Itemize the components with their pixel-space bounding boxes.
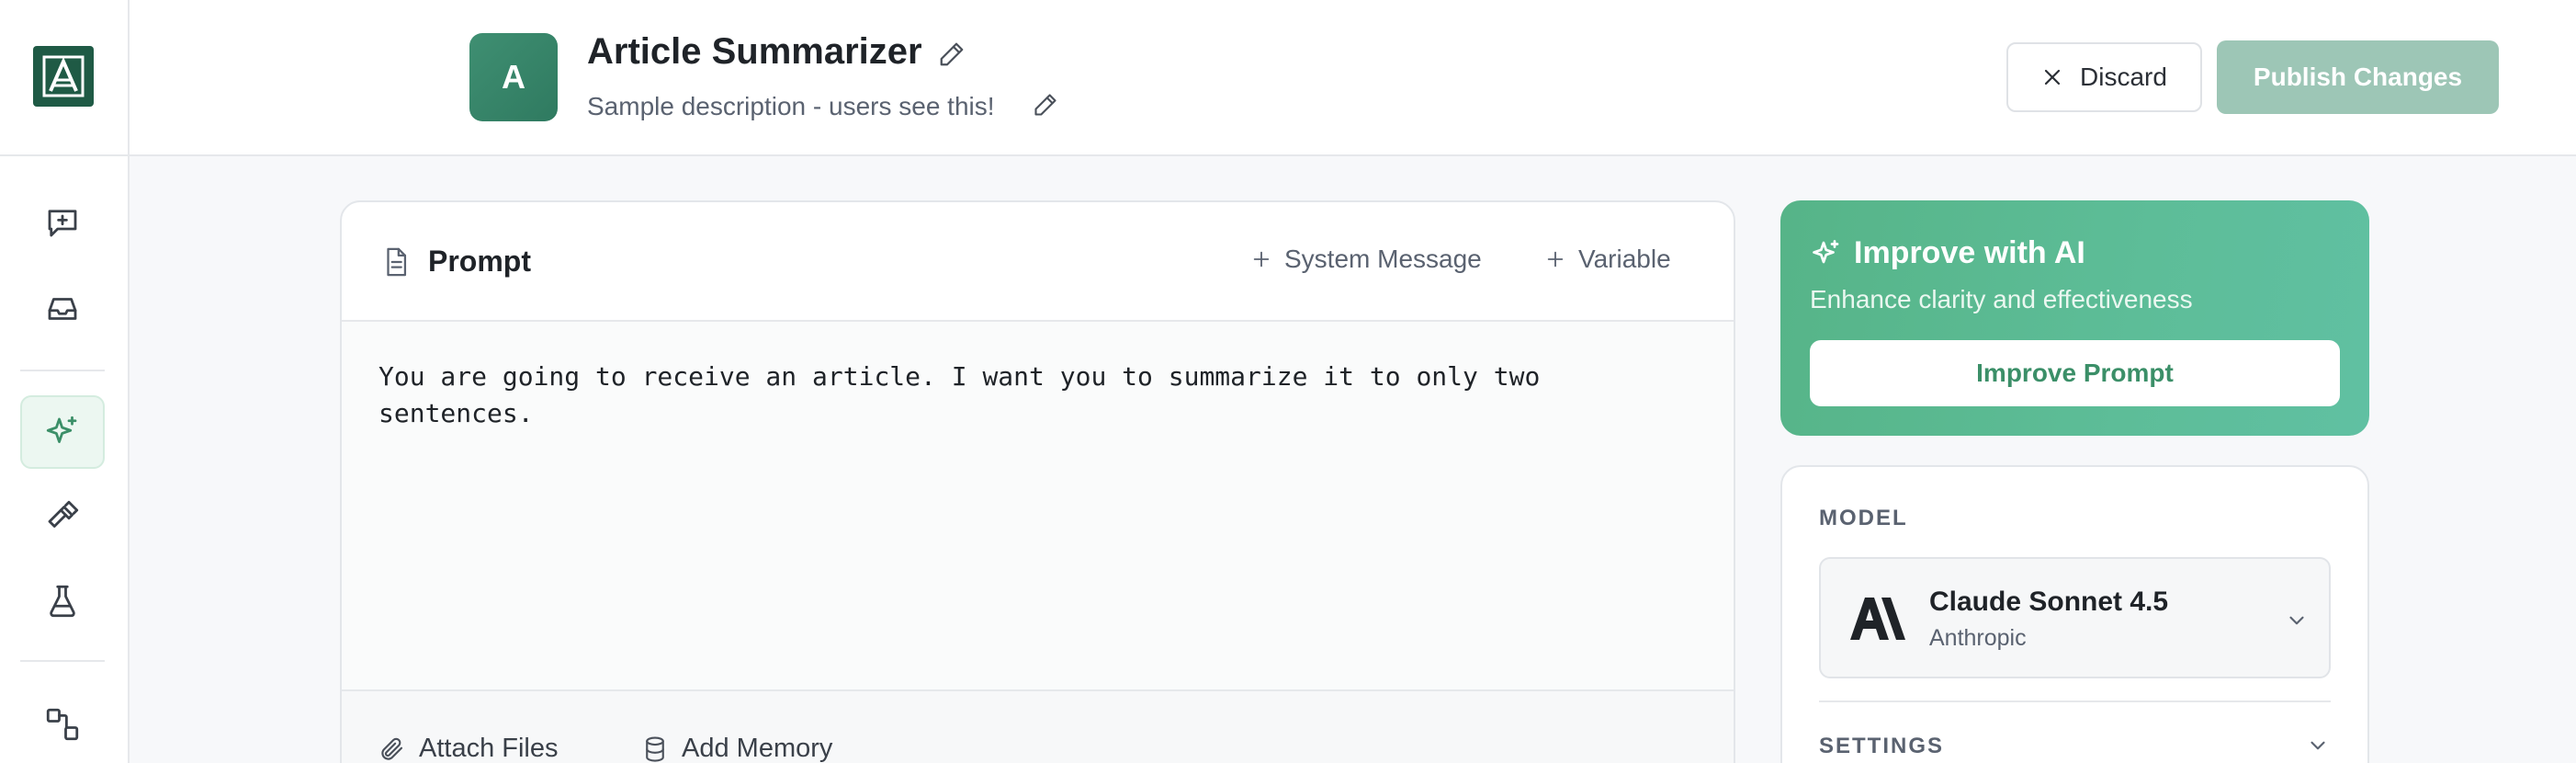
page-header: A Article Summarizer Sample description … (130, 0, 2576, 156)
left-sidebar (0, 0, 130, 763)
improve-title: Improve with AI (1854, 235, 2085, 270)
system-message-label: System Message (1284, 245, 1482, 273)
prompt-card: Prompt System Message Variable You are g… (340, 200, 1735, 763)
discard-button[interactable]: Discard (2006, 42, 2202, 112)
inbox-icon (48, 298, 77, 320)
sidebar-item-workflows[interactable] (20, 688, 105, 761)
rail-separator (20, 660, 105, 662)
prompt-text[interactable]: You are going to receive an article. I w… (378, 359, 1665, 432)
add-variable-button[interactable]: Variable (1545, 245, 1671, 274)
sparkles-icon (46, 416, 77, 443)
app-logo[interactable] (33, 46, 94, 107)
model-name: Claude Sonnet 4.5 (1929, 586, 2169, 617)
agent-avatar[interactable]: A (469, 33, 558, 121)
model-settings-card: MODEL Claude Sonnet 4.5 Anthropic SETTIN… (1780, 465, 2369, 763)
model-provider: Anthropic (1929, 625, 2027, 651)
settings-section-label[interactable]: SETTINGS (1819, 734, 1944, 759)
sidebar-item-inbox[interactable] (20, 272, 105, 346)
close-icon (2044, 69, 2061, 85)
discard-label: Discard (2080, 63, 2167, 91)
model-section-label: MODEL (1819, 506, 1908, 530)
page-description: Sample description - users see this! (587, 92, 995, 120)
section-divider (1819, 700, 2331, 702)
add-memory-button[interactable]: Add Memory (641, 734, 832, 763)
prompt-editor[interactable]: You are going to receive an article. I w… (342, 322, 1734, 689)
chevron-down-icon[interactable] (2306, 734, 2330, 757)
model-selector[interactable]: Claude Sonnet 4.5 Anthropic (1819, 557, 2331, 678)
rail-separator (20, 370, 105, 371)
workflow-icon (46, 708, 79, 741)
sidebar-item-evals[interactable] (20, 564, 105, 638)
attach-files-button[interactable]: Attach Files (378, 734, 559, 763)
chevron-down-icon (2289, 616, 2304, 625)
sparkles-icon (1813, 240, 1839, 264)
attach-files-label: Attach Files (419, 734, 559, 763)
rail-divider (0, 154, 130, 156)
logo-icon (42, 55, 85, 97)
new-chat-icon (48, 210, 77, 237)
anthropic-logo-icon (1850, 598, 1905, 640)
hammer-icon (48, 500, 79, 528)
prompt-title: Prompt (428, 245, 531, 278)
edit-description-icon[interactable] (1033, 92, 1058, 118)
prompt-header: Prompt System Message Variable (342, 202, 1734, 322)
sidebar-item-tools[interactable] (20, 480, 105, 553)
plus-icon (1253, 251, 1270, 268)
paperclip-icon (381, 737, 403, 760)
add-memory-label: Add Memory (682, 734, 833, 763)
flask-icon (50, 585, 75, 618)
improve-with-ai-card: Improve with AI Enhance clarity and effe… (1780, 200, 2369, 436)
variable-label: Variable (1578, 245, 1671, 273)
database-icon (646, 735, 664, 762)
sidebar-item-agents[interactable] (20, 395, 105, 469)
sidebar-item-new-chat[interactable] (20, 186, 105, 259)
improve-prompt-button[interactable]: Improve Prompt (1810, 340, 2340, 406)
add-system-message-button[interactable]: System Message (1251, 245, 1482, 274)
edit-title-icon[interactable] (938, 40, 966, 68)
page-title: Article Summarizer (587, 31, 922, 72)
improve-subtitle: Enhance clarity and effectiveness (1810, 285, 2193, 313)
document-icon (387, 247, 407, 277)
publish-changes-button[interactable]: Publish Changes (2217, 40, 2499, 114)
prompt-footer: Attach Files Add Memory (342, 689, 1734, 763)
plus-icon (1547, 251, 1564, 268)
